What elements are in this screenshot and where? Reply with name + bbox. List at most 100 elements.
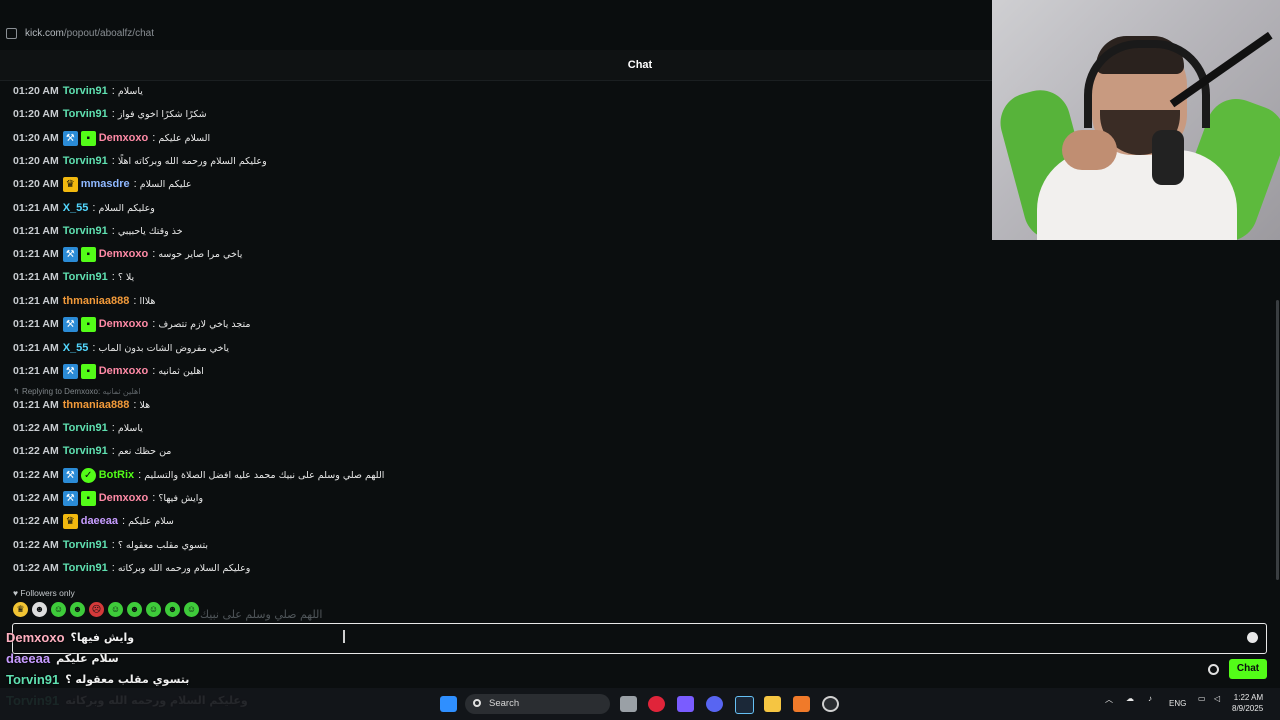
overlay-message-text: سلام عليكم	[56, 652, 119, 665]
chat-message: 01:22 AM Torvin91: بتسوي مقلب معقوله ؟	[13, 537, 208, 553]
chat-message: 01:22 AM ⚒ ✓ BotRix: اللهم صلي وسلم على نبيك…	[13, 467, 384, 483]
message-username[interactable]: mmasdre	[81, 178, 130, 190]
app-icon[interactable]	[793, 696, 810, 712]
message-username[interactable]: Torvin91	[63, 108, 108, 120]
chat-message: 01:20 AM Torvin91: وعليكم السلام ورحمه الل…	[13, 153, 267, 169]
verified-badge-icon: ✓	[80, 467, 96, 483]
onedrive-icon[interactable]: ☁	[1126, 694, 1134, 703]
message-username[interactable]: Torvin91	[63, 155, 108, 167]
clock-time: 1:22 AM	[1233, 693, 1264, 702]
emote-icon[interactable]: ☹	[89, 602, 104, 617]
message-text: خذ وقتك ياحبيبي	[117, 225, 183, 237]
volume-icon[interactable]: ◁	[1214, 694, 1220, 703]
message-timestamp: 01:22 AM	[13, 422, 59, 434]
message-username[interactable]: Torvin91	[63, 562, 108, 574]
task-view-icon[interactable]	[620, 696, 637, 712]
chat-message: 01:22 AM Torvin91: ياسلام	[13, 420, 143, 436]
mod-badge-icon: ⚒	[62, 467, 78, 483]
message-username[interactable]: thmaniaa888	[63, 295, 130, 307]
taskbar-clock[interactable]: 1:22 AM 8/9/2025	[1232, 692, 1263, 714]
message-username[interactable]: Torvin91	[63, 445, 108, 457]
opera-browser-icon[interactable]	[648, 696, 665, 712]
sub-badge-icon: ▪	[80, 490, 96, 506]
tray-chevron-icon[interactable]: ︿	[1105, 694, 1113, 705]
chat-message: 01:21 AM ⚒ ▪ Demxoxo: ياخي مرا صاير حوسه	[13, 246, 242, 262]
emote-icon[interactable]: ☺	[146, 602, 161, 617]
network-icon[interactable]: ▭	[1198, 694, 1206, 703]
emoji-picker-icon[interactable]	[1247, 632, 1258, 643]
message-username[interactable]: Torvin91	[63, 539, 108, 551]
message-username[interactable]: Demxoxo	[99, 492, 149, 504]
chat-settings-gear-icon[interactable]	[1208, 664, 1219, 675]
message-separator: :	[111, 85, 115, 97]
message-username[interactable]: daeeaa	[81, 515, 118, 527]
steam-icon[interactable]	[735, 696, 754, 714]
chat-message: 01:21 AM thmaniaa888: هلا	[13, 397, 150, 413]
message-username[interactable]: X_55	[63, 342, 89, 354]
message-username[interactable]: Demxoxo	[99, 248, 149, 260]
chat-scrollbar[interactable]	[1276, 300, 1279, 580]
emote-icon[interactable]: ☻	[165, 602, 180, 617]
overlay-chat-line: daeeaa سلام عليكم	[6, 651, 119, 666]
chat-message: 01:21 AM ⚒ ▪ Demxoxo: متجد ياخي لازم تتصرف	[13, 316, 251, 332]
obs-icon[interactable]	[822, 696, 839, 712]
overlay-ghost-text: اللهم صلي وسلم على نبيك	[200, 608, 323, 621]
message-timestamp: 01:21 AM	[13, 318, 59, 330]
message-timestamp: 01:21 AM	[13, 248, 59, 260]
windows-start-icon[interactable]	[440, 696, 457, 712]
message-username[interactable]: BotRix	[99, 469, 134, 481]
message-timestamp: 01:21 AM	[13, 225, 59, 237]
message-username[interactable]: thmaniaa888	[63, 399, 130, 411]
chat-message: 01:21 AM Torvin91: يلا ؟	[13, 269, 134, 285]
overlay-message-text: بتسوي مقلب معقوله ؟	[65, 673, 190, 686]
message-username[interactable]: Demxoxo	[99, 318, 149, 330]
message-text: اهلين ثمانيه	[158, 365, 204, 377]
message-username[interactable]: Torvin91	[63, 422, 108, 434]
mouse-cursor	[343, 630, 345, 643]
message-text: ياخي مفروض الشات بدون الماب	[98, 342, 230, 354]
emote-icon[interactable]: ☻	[70, 602, 85, 617]
browser-url-bar[interactable]: kick.com/popout/aboalfz/chat	[0, 0, 992, 50]
message-username[interactable]: Demxoxo	[99, 132, 149, 144]
message-username[interactable]: X_55	[63, 202, 89, 214]
message-timestamp: 01:21 AM	[13, 271, 59, 283]
message-timestamp: 01:22 AM	[13, 492, 59, 504]
message-timestamp: 01:20 AM	[13, 178, 59, 190]
url-text[interactable]: kick.com/popout/aboalfz/chat	[25, 28, 154, 39]
message-timestamp: 01:21 AM	[13, 295, 59, 307]
emote-icon[interactable]: ☺	[108, 602, 123, 617]
message-separator: :	[133, 295, 137, 307]
message-username[interactable]: Demxoxo	[99, 365, 149, 377]
app-icon[interactable]	[677, 696, 694, 712]
emote-icon[interactable]: ☺	[51, 602, 66, 617]
message-text: وعليكم السلام	[98, 202, 155, 214]
mod-badge-icon: ⚒	[62, 316, 78, 332]
message-separator: :	[152, 318, 156, 330]
message-separator: :	[111, 539, 115, 551]
chat-message: 01:20 AM ⚒ ▪ Demxoxo: السلام عليكم	[13, 130, 210, 146]
language-indicator[interactable]: ENG	[1169, 699, 1186, 708]
emote-icon[interactable]: ☻	[32, 602, 47, 617]
message-text: هلا	[139, 399, 151, 411]
message-separator: :	[152, 248, 156, 260]
message-username[interactable]: Torvin91	[63, 225, 108, 237]
discord-icon[interactable]	[706, 696, 723, 712]
emote-icon[interactable]: ♛	[13, 602, 28, 617]
message-text: بتسوي مقلب معقوله ؟	[117, 539, 208, 551]
followers-only-label: Followers only	[20, 588, 75, 598]
message-separator: :	[133, 178, 137, 190]
taskbar-search-box[interactable]: Search	[465, 694, 610, 714]
message-username[interactable]: Torvin91	[63, 271, 108, 283]
chat-message-input[interactable]	[12, 623, 1267, 654]
message-separator: :	[152, 492, 156, 504]
chat-message: 01:20 AM ♛ mmasdre: عليكم السلام	[13, 176, 192, 192]
windows-taskbar	[0, 688, 1280, 720]
file-explorer-icon[interactable]	[764, 696, 781, 712]
reply-label: Replying to Demxoxo:	[21, 387, 101, 396]
microphone-icon[interactable]: ♪	[1148, 694, 1152, 703]
send-chat-button[interactable]: Chat	[1229, 659, 1267, 679]
message-separator: :	[92, 342, 96, 354]
emote-icon[interactable]: ☺	[184, 602, 199, 617]
emote-icon[interactable]: ☻	[127, 602, 142, 617]
message-username[interactable]: Torvin91	[63, 85, 108, 97]
